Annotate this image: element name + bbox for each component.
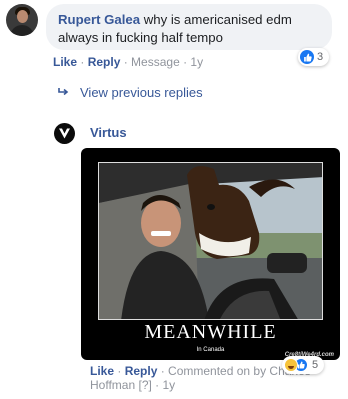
reaction-badge[interactable]: 3 (298, 48, 330, 66)
reply-reaction-badge[interactable]: 5 (282, 356, 325, 374)
virtus-logo-icon (59, 128, 70, 139)
reply-author[interactable]: Virtus (90, 125, 127, 140)
avatar-face (17, 10, 28, 23)
like-link[interactable]: Like (53, 55, 77, 69)
commenter-avatar[interactable] (6, 4, 38, 36)
haha-reaction-icon (284, 358, 298, 372)
timestamp[interactable]: 1y (190, 55, 203, 69)
reply-reaction-count: 5 (312, 359, 319, 371)
reply-link[interactable]: Reply (125, 364, 158, 378)
meme-photo (98, 162, 323, 320)
like-link[interactable]: Like (90, 364, 114, 378)
reaction-count: 3 (317, 51, 324, 63)
reply-author-avatar[interactable] (54, 123, 75, 144)
meme-title: MEANWHILE (144, 321, 277, 343)
timestamp[interactable]: 1y (163, 378, 176, 392)
like-reaction-icon (300, 50, 314, 64)
separator: · (77, 55, 88, 69)
comment-author[interactable]: Rupert Galea (58, 12, 140, 27)
separator: · (157, 364, 169, 378)
reply-arrow-icon (58, 85, 70, 100)
separator: · (120, 55, 132, 69)
reply-link[interactable]: Reply (88, 55, 121, 69)
separator: · (179, 55, 191, 69)
view-replies-label: View previous replies (80, 85, 203, 100)
help-link[interactable]: [?] (138, 378, 151, 392)
separator: · (151, 378, 163, 392)
reply-image[interactable]: MEANWHILE In Canada Cre8tiWe4rd.com (81, 148, 340, 360)
message-link[interactable]: Message (131, 55, 180, 69)
separator: · (114, 364, 125, 378)
view-previous-replies[interactable]: View previous replies (58, 85, 203, 100)
comment-bubble: Rupert Galea why is americanised edm alw… (46, 4, 332, 50)
car-moose-photo (99, 163, 322, 319)
avatar-shoulders (10, 25, 34, 36)
comment-actions: Like · Reply · Message · 1y (53, 55, 203, 69)
